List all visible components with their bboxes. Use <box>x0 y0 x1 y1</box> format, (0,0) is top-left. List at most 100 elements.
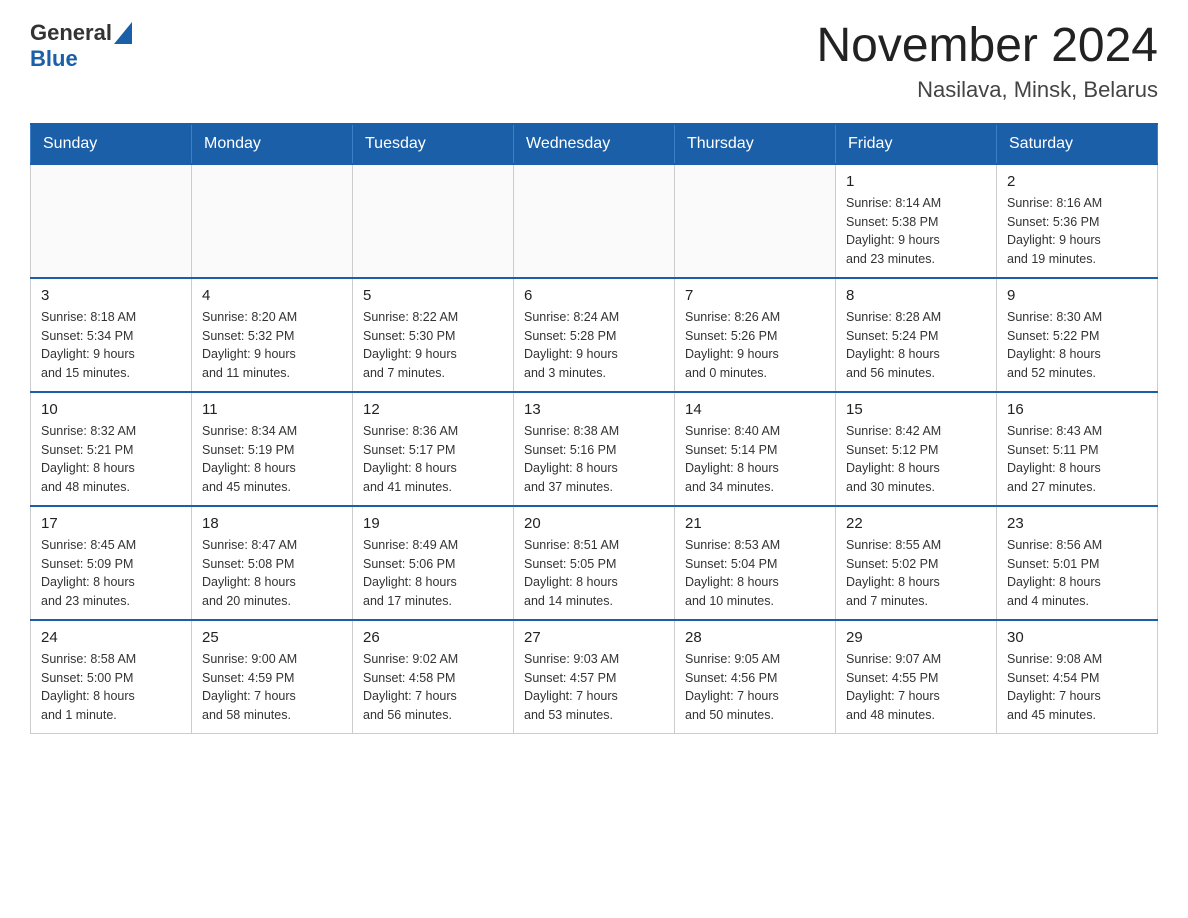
day-number: 8 <box>846 287 986 304</box>
day-number: 19 <box>363 515 503 532</box>
calendar-week-row: 10Sunrise: 8:32 AM Sunset: 5:21 PM Dayli… <box>31 392 1158 506</box>
calendar-cell: 23 Sunrise: 8:56 AM Sunset: 5:01 PM Dayli… <box>997 506 1158 620</box>
calendar-subtitle: Nasilava, Minsk, Belarus <box>816 77 1158 103</box>
day-info: Sunrise: 8:58 AM Sunset: 5:00 PM Dayligh… <box>41 650 181 725</box>
calendar-week-row: 3 Sunrise: 8:18 AM Sunset: 5:34 PM Daylig… <box>31 278 1158 392</box>
calendar-cell: 27 Sunrise: 9:03 AM Sunset: 4:57 PM Dayli… <box>514 620 675 734</box>
day-number: 30 <box>1007 629 1147 646</box>
calendar-week-row: 24Sunrise: 8:58 AM Sunset: 5:00 PM Dayli… <box>31 620 1158 734</box>
calendar-cell: 4Sunrise: 8:20 AM Sunset: 5:32 PM Daylig… <box>192 278 353 392</box>
calendar-cell: 1Sunrise: 8:14 AM Sunset: 5:38 PM Daylig… <box>836 164 997 278</box>
day-info: Sunrise: 8:43 AM Sunset: 5:11 PM Dayligh… <box>1007 422 1147 497</box>
day-header-monday: Monday <box>192 124 353 164</box>
day-number: 13 <box>524 401 664 418</box>
day-info: Sunrise: 8:32 AM Sunset: 5:21 PM Dayligh… <box>41 422 181 497</box>
calendar-cell <box>31 164 192 278</box>
day-info: Sunrise: 8:26 AM Sunset: 5:26 PM Dayligh… <box>685 308 825 383</box>
logo: General Blue <box>30 20 132 72</box>
calendar-cell: 29 Sunrise: 9:07 AM Sunset: 4:55 PM Dayli… <box>836 620 997 734</box>
day-info: Sunrise: 8:18 AM Sunset: 5:34 PM Dayligh… <box>41 308 181 383</box>
day-info: Sunrise: 9:02 AM Sunset: 4:58 PM Dayligh… <box>363 650 503 725</box>
day-info: Sunrise: 8:42 AM Sunset: 5:12 PM Dayligh… <box>846 422 986 497</box>
title-area: November 2024 Nasilava, Minsk, Belarus <box>816 20 1158 103</box>
day-number: 15 <box>846 401 986 418</box>
day-header-thursday: Thursday <box>675 124 836 164</box>
day-number: 26 <box>363 629 503 646</box>
calendar-cell: 14Sunrise: 8:40 AM Sunset: 5:14 PM Dayli… <box>675 392 836 506</box>
logo-general-text: General <box>30 20 112 46</box>
day-number: 6 <box>524 287 664 304</box>
day-info: Sunrise: 8:16 AM Sunset: 5:36 PM Dayligh… <box>1007 194 1147 269</box>
day-number: 2 <box>1007 173 1147 190</box>
day-number: 25 <box>202 629 342 646</box>
calendar-cell: 3 Sunrise: 8:18 AM Sunset: 5:34 PM Daylig… <box>31 278 192 392</box>
calendar-cell: 11 Sunrise: 8:34 AM Sunset: 5:19 PM Dayli… <box>192 392 353 506</box>
logo-triangle-icon <box>114 22 132 44</box>
calendar-cell: 16 Sunrise: 8:43 AM Sunset: 5:11 PM Dayli… <box>997 392 1158 506</box>
day-number: 7 <box>685 287 825 304</box>
logo-blue-text: Blue <box>30 46 78 72</box>
day-info: Sunrise: 8:53 AM Sunset: 5:04 PM Dayligh… <box>685 536 825 611</box>
calendar-table: SundayMondayTuesdayWednesdayThursdayFrid… <box>30 123 1158 734</box>
calendar-cell: 22 Sunrise: 8:55 AM Sunset: 5:02 PM Dayli… <box>836 506 997 620</box>
calendar-cell <box>514 164 675 278</box>
day-number: 9 <box>1007 287 1147 304</box>
header: General Blue November 2024 Nasilava, Min… <box>30 20 1158 103</box>
day-info: Sunrise: 8:56 AM Sunset: 5:01 PM Dayligh… <box>1007 536 1147 611</box>
day-number: 21 <box>685 515 825 532</box>
day-info: Sunrise: 8:22 AM Sunset: 5:30 PM Dayligh… <box>363 308 503 383</box>
calendar-cell: 6 Sunrise: 8:24 AM Sunset: 5:28 PM Daylig… <box>514 278 675 392</box>
day-number: 18 <box>202 515 342 532</box>
day-number: 11 <box>202 401 342 418</box>
day-info: Sunrise: 9:03 AM Sunset: 4:57 PM Dayligh… <box>524 650 664 725</box>
day-number: 23 <box>1007 515 1147 532</box>
day-info: Sunrise: 8:24 AM Sunset: 5:28 PM Dayligh… <box>524 308 664 383</box>
calendar-cell: 12Sunrise: 8:36 AM Sunset: 5:17 PM Dayli… <box>353 392 514 506</box>
day-info: Sunrise: 8:30 AM Sunset: 5:22 PM Dayligh… <box>1007 308 1147 383</box>
day-number: 27 <box>524 629 664 646</box>
day-info: Sunrise: 9:08 AM Sunset: 4:54 PM Dayligh… <box>1007 650 1147 725</box>
day-info: Sunrise: 8:45 AM Sunset: 5:09 PM Dayligh… <box>41 536 181 611</box>
calendar-cell: 18 Sunrise: 8:47 AM Sunset: 5:08 PM Dayli… <box>192 506 353 620</box>
day-info: Sunrise: 8:49 AM Sunset: 5:06 PM Dayligh… <box>363 536 503 611</box>
day-number: 17 <box>41 515 181 532</box>
day-number: 16 <box>1007 401 1147 418</box>
day-number: 4 <box>202 287 342 304</box>
calendar-cell: 21 Sunrise: 8:53 AM Sunset: 5:04 PM Dayli… <box>675 506 836 620</box>
day-header-sunday: Sunday <box>31 124 192 164</box>
calendar-cell: 8 Sunrise: 8:28 AM Sunset: 5:24 PM Daylig… <box>836 278 997 392</box>
day-number: 3 <box>41 287 181 304</box>
calendar-header-row: SundayMondayTuesdayWednesdayThursdayFrid… <box>31 124 1158 164</box>
day-info: Sunrise: 9:05 AM Sunset: 4:56 PM Dayligh… <box>685 650 825 725</box>
day-info: Sunrise: 8:47 AM Sunset: 5:08 PM Dayligh… <box>202 536 342 611</box>
calendar-cell: 10Sunrise: 8:32 AM Sunset: 5:21 PM Dayli… <box>31 392 192 506</box>
calendar-cell: 20Sunrise: 8:51 AM Sunset: 5:05 PM Dayli… <box>514 506 675 620</box>
calendar-week-row: 17 Sunrise: 8:45 AM Sunset: 5:09 PM Dayli… <box>31 506 1158 620</box>
calendar-cell <box>675 164 836 278</box>
calendar-title: November 2024 <box>816 20 1158 73</box>
calendar-cell <box>353 164 514 278</box>
calendar-week-row: 1Sunrise: 8:14 AM Sunset: 5:38 PM Daylig… <box>31 164 1158 278</box>
day-number: 22 <box>846 515 986 532</box>
day-number: 12 <box>363 401 503 418</box>
day-info: Sunrise: 9:07 AM Sunset: 4:55 PM Dayligh… <box>846 650 986 725</box>
calendar-cell: 24Sunrise: 8:58 AM Sunset: 5:00 PM Dayli… <box>31 620 192 734</box>
calendar-cell: 26 Sunrise: 9:02 AM Sunset: 4:58 PM Dayli… <box>353 620 514 734</box>
calendar-cell: 25Sunrise: 9:00 AM Sunset: 4:59 PM Dayli… <box>192 620 353 734</box>
calendar-cell: 19 Sunrise: 8:49 AM Sunset: 5:06 PM Dayli… <box>353 506 514 620</box>
calendar-cell: 17 Sunrise: 8:45 AM Sunset: 5:09 PM Dayli… <box>31 506 192 620</box>
calendar-cell: 30 Sunrise: 9:08 AM Sunset: 4:54 PM Dayli… <box>997 620 1158 734</box>
day-info: Sunrise: 8:40 AM Sunset: 5:14 PM Dayligh… <box>685 422 825 497</box>
calendar-cell: 15 Sunrise: 8:42 AM Sunset: 5:12 PM Dayli… <box>836 392 997 506</box>
day-info: Sunrise: 8:34 AM Sunset: 5:19 PM Dayligh… <box>202 422 342 497</box>
day-info: Sunrise: 8:28 AM Sunset: 5:24 PM Dayligh… <box>846 308 986 383</box>
day-info: Sunrise: 8:55 AM Sunset: 5:02 PM Dayligh… <box>846 536 986 611</box>
calendar-cell: 28 Sunrise: 9:05 AM Sunset: 4:56 PM Dayli… <box>675 620 836 734</box>
day-header-wednesday: Wednesday <box>514 124 675 164</box>
day-number: 29 <box>846 629 986 646</box>
calendar-cell: 5 Sunrise: 8:22 AM Sunset: 5:30 PM Daylig… <box>353 278 514 392</box>
day-header-tuesday: Tuesday <box>353 124 514 164</box>
day-number: 5 <box>363 287 503 304</box>
day-header-saturday: Saturday <box>997 124 1158 164</box>
day-number: 28 <box>685 629 825 646</box>
